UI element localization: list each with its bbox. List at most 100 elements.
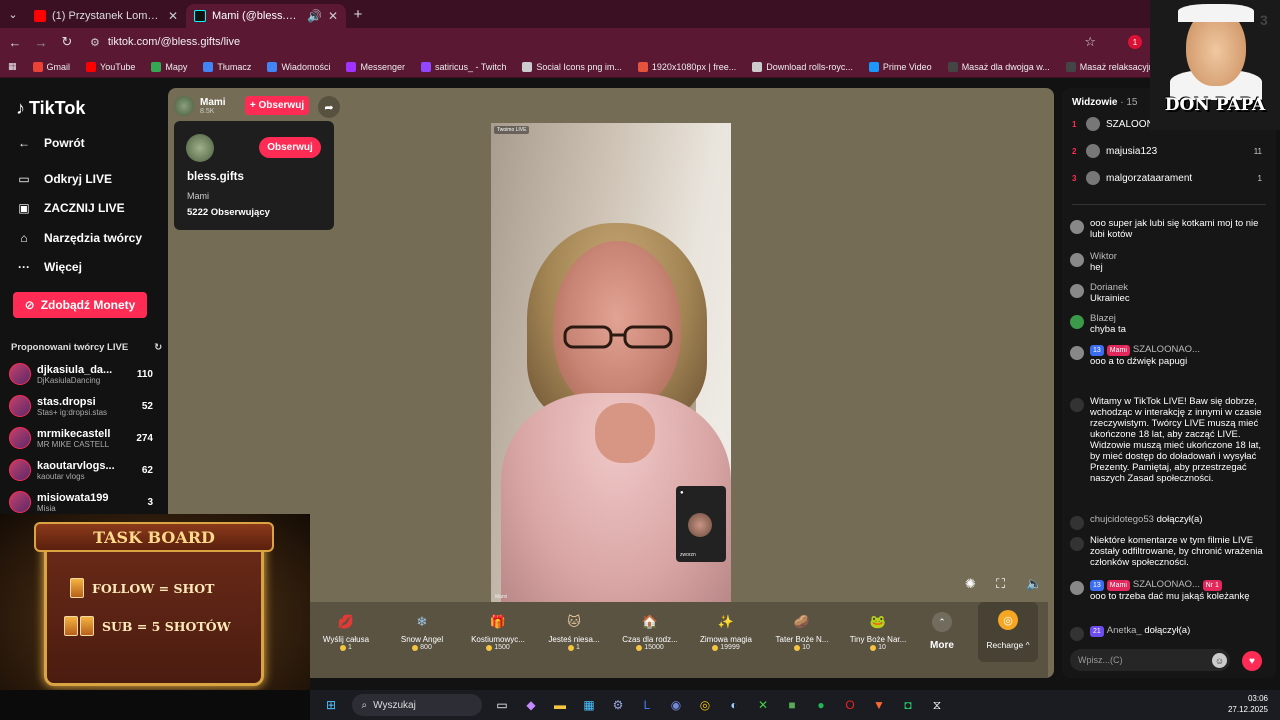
more-gifts-button[interactable]: ⌃ More [916, 602, 968, 651]
chat-avatar[interactable] [1070, 346, 1084, 360]
tab-search-icon[interactable]: ⌄ [0, 0, 26, 28]
creator-avatar[interactable] [9, 395, 31, 417]
reload-icon[interactable]: ↻ [60, 34, 74, 50]
refresh-icon[interactable]: ↻ [154, 342, 162, 353]
nav-start-live[interactable]: ▣ ZACZNIJ LIVE [16, 201, 124, 215]
bookmark-item[interactable]: Tłumacz [203, 61, 251, 72]
xbox-icon[interactable]: ✕ [752, 694, 774, 716]
speaker-icon[interactable]: 🔊 [307, 9, 322, 23]
suggested-creator[interactable]: djkasiula_da... DjKasiulaDancing 110 [9, 360, 153, 388]
close-tab-icon[interactable]: ✕ [328, 9, 338, 23]
bookmark-item[interactable]: Mapy [151, 61, 187, 72]
store-icon[interactable]: ▦ [578, 694, 600, 716]
message-user[interactable]: Blazej [1090, 313, 1126, 324]
suggested-creator[interactable]: kaoutarvlogs... kaoutar vlogs 62 [9, 456, 153, 484]
windows-start-icon[interactable]: ⊞ [320, 694, 342, 716]
bookmark-item[interactable]: Masaż dla dwojga w... [947, 61, 1050, 72]
bookmark-star-icon[interactable]: ☆ [1084, 34, 1096, 50]
creator-avatar[interactable] [9, 363, 31, 385]
creator-avatar[interactable] [9, 459, 31, 481]
suggested-creator[interactable]: misiowata199 Misia 3 [9, 488, 153, 516]
recharge-button[interactable]: ◎ Recharge ^ [978, 602, 1038, 662]
apps-icon[interactable]: ▦ [8, 61, 17, 72]
chat-avatar[interactable] [1070, 284, 1084, 298]
message-user[interactable]: chujcidotego53 [1090, 514, 1154, 525]
creator-avatar[interactable] [9, 427, 31, 449]
app-icon[interactable]: ⚙ [607, 694, 629, 716]
viewer-avatar[interactable] [1086, 117, 1100, 131]
creator-avatar[interactable] [9, 491, 31, 513]
chat-avatar[interactable] [1070, 220, 1084, 234]
guest-video[interactable]: ● zworzn [676, 486, 726, 562]
file-explorer-icon[interactable]: ▬ [549, 694, 571, 716]
message-user[interactable]: Wiktor [1090, 251, 1117, 262]
opera-icon[interactable]: O [839, 694, 861, 716]
chat-avatar[interactable] [1070, 315, 1084, 329]
tab-tiktok[interactable]: Mami (@bless.gifts) prowadzi... 🔊 ✕ [186, 4, 346, 28]
minecraft-icon[interactable]: ■ [781, 694, 803, 716]
gift-item[interactable]: 🐸 Tiny Boże Nar... 10 [840, 602, 916, 662]
nav-more[interactable]: ··· Więcej [16, 260, 82, 274]
chat-avatar[interactable] [1070, 253, 1084, 267]
tiktok-logo[interactable]: ♪ TikTok [16, 98, 85, 119]
message-user[interactable]: SZALOONAO... [1133, 579, 1200, 590]
capcut-icon[interactable]: ⧖ [926, 694, 948, 716]
chat-input[interactable]: Wpisz...(C) [1070, 649, 1230, 671]
discord-icon[interactable]: ◉ [665, 694, 687, 716]
suggested-creator[interactable]: mrmikecastell MR MIKE CASTELL 274 [9, 424, 153, 452]
tab-youtube[interactable]: (1) Przystanek Lombard - Odc. 1 ✕ [26, 4, 186, 28]
spotify-icon[interactable]: ● [810, 694, 832, 716]
get-coins-button[interactable]: ⊘ Zdobądź Monety [13, 292, 147, 318]
bookmark-item[interactable]: Gmail [32, 61, 70, 72]
steam-icon[interactable]: ◐ [723, 694, 745, 716]
bookmark-item[interactable]: Wiadomości [267, 61, 330, 72]
copilot-icon[interactable]: ◆ [520, 694, 542, 716]
bookmark-item[interactable]: Social Icons png im... [522, 61, 622, 72]
bookmark-item[interactable]: satiricus_ - Twitch [420, 61, 506, 72]
host-chip[interactable]: Mami 8.5K [174, 96, 226, 116]
gift-item[interactable]: 🏠 Czas dla rodz... 15000 [612, 602, 688, 662]
back-icon[interactable]: ← [8, 35, 22, 50]
bookmark-item[interactable]: Download rolls-royc... [752, 61, 853, 72]
gift-item[interactable]: 🥔 Tater Boże N... 10 [764, 602, 840, 662]
profile-follow-button[interactable]: Obserwuj [259, 137, 321, 158]
viewer-avatar[interactable] [1086, 171, 1100, 185]
extension-badge[interactable]: 1 [1128, 35, 1142, 49]
clock[interactable]: 03:06 27.12.2025 [1228, 693, 1268, 715]
share-icon[interactable]: ➦ [318, 96, 340, 118]
chat-avatar[interactable] [1070, 581, 1084, 595]
profile-avatar[interactable] [186, 134, 214, 162]
viewer-avatar[interactable] [1086, 144, 1100, 158]
top-viewer[interactable]: 3 malgorzataarament 1 [1072, 169, 1262, 187]
gift-item[interactable]: ✨ Zimowa magia 19999 [688, 602, 764, 662]
emoji-icon[interactable]: ☺ [1212, 653, 1227, 668]
bookmark-item[interactable]: Masaż relaksacyjny... [1065, 61, 1150, 72]
new-tab-button[interactable]: + [346, 6, 370, 23]
gift-item[interactable]: 🐱 Jesteś niesa... 1 [536, 602, 612, 662]
heart-icon[interactable]: ♥ [1242, 651, 1262, 671]
top-viewer[interactable]: 2 majusia123 11 [1072, 142, 1262, 160]
forward-icon[interactable]: → [34, 35, 48, 50]
settings-icon[interactable]: ✺ [965, 576, 976, 592]
letter-l-icon[interactable]: L [636, 694, 658, 716]
nav-back[interactable]: ← Powrót [16, 136, 85, 150]
message-user[interactable]: SZALOONAO... [1133, 344, 1200, 355]
fullscreen-icon[interactable]: ⛶ [996, 576, 1005, 592]
bookmark-item[interactable]: Messenger [346, 61, 405, 72]
nav-creator-tools[interactable]: ⌂ Narzędzia twórcy [16, 231, 142, 245]
host-avatar[interactable] [174, 96, 194, 116]
profile-username[interactable]: bless.gifts [187, 171, 244, 183]
follow-button[interactable]: + Obserwuj [245, 96, 309, 115]
bookmark-item[interactable]: Prime Video [868, 61, 932, 72]
message-user[interactable]: Dorianek [1090, 282, 1130, 293]
taskbar-search[interactable]: ⌕ Wyszukaj [351, 694, 482, 716]
url-field[interactable]: ⚙ tiktok.com/@bless.gifts/live [86, 31, 1072, 53]
gift-item[interactable]: 💋 Wyślij całusa 1 [308, 602, 384, 662]
suggested-creator[interactable]: stas.dropsi Stas+ ig:dropsi.stas 52 [9, 392, 153, 420]
viewers-header[interactable]: Widzowie · 15 [1072, 97, 1137, 108]
bookmark-item[interactable]: 1920x1080px | free... [637, 61, 736, 72]
close-tab-icon[interactable]: ✕ [168, 9, 178, 23]
site-info-icon[interactable]: ⚙ [90, 36, 100, 49]
bookmark-item[interactable]: YouTube [86, 61, 135, 72]
brave-icon[interactable]: ▼ [868, 694, 890, 716]
